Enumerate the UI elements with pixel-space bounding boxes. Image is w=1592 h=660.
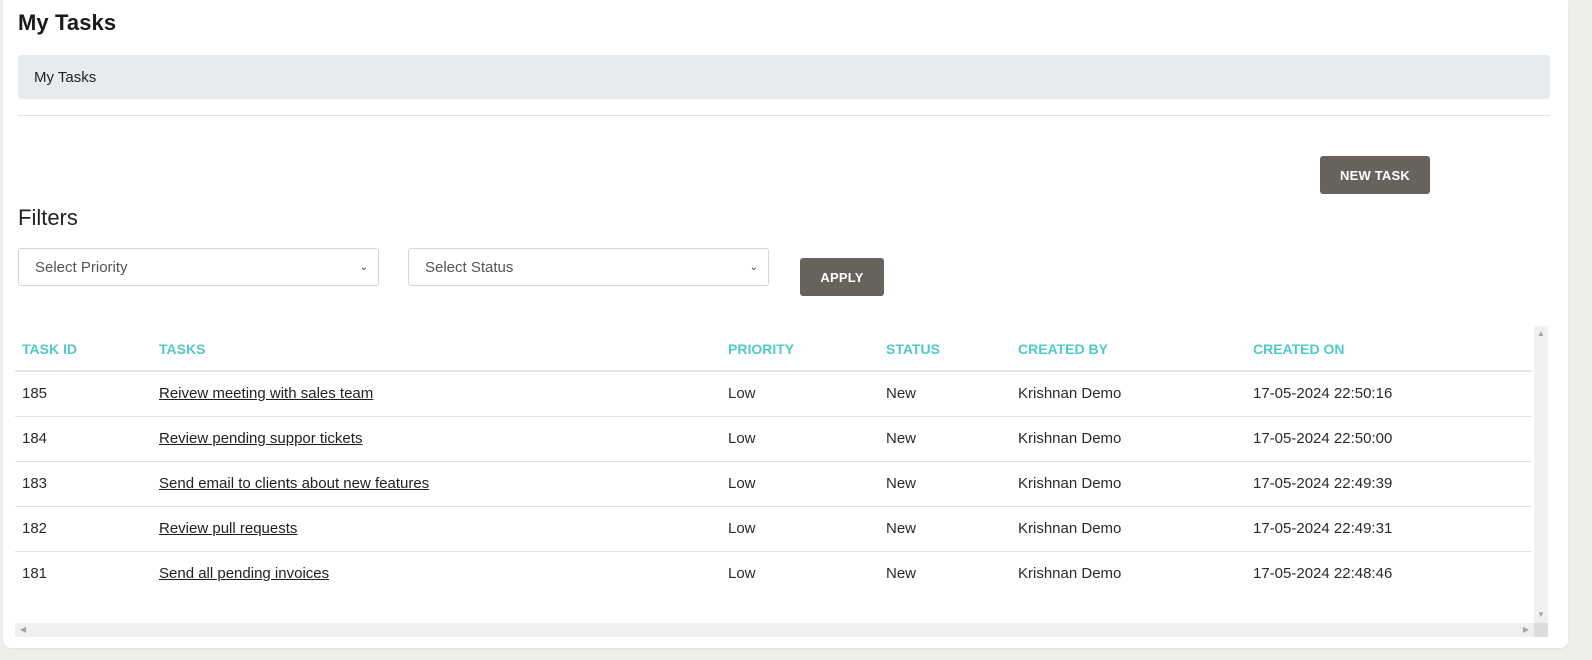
- task-id-cell: 184: [15, 416, 152, 462]
- scroll-down-arrow-icon[interactable]: ▼: [1537, 611, 1545, 619]
- status-cell: New: [879, 371, 1011, 417]
- status-cell: New: [886, 565, 917, 583]
- priority-select-value: Select Priority: [35, 258, 128, 276]
- created-on-cell: 17-05-2024 22:49:31: [1246, 506, 1532, 552]
- breadcrumb-item-my-tasks: My Tasks: [34, 68, 97, 86]
- new-task-button[interactable]: NEW TASK: [1320, 156, 1430, 194]
- table-row: 181 Send all pending invoices Low New Kr…: [15, 551, 1532, 596]
- scroll-left-arrow-icon[interactable]: ◀: [20, 626, 26, 634]
- scroll-up-arrow-icon[interactable]: ▲: [1537, 330, 1545, 338]
- column-header-task-id[interactable]: TASK ID: [15, 326, 152, 372]
- tasks-table: TASK ID TASKS PRIORITY STATUS CREATED BY…: [15, 326, 1532, 596]
- task-id-cell: 183: [15, 461, 152, 507]
- table-row: 183 Send email to clients about new feat…: [15, 461, 1532, 507]
- tasks-table-container: TASK ID TASKS PRIORITY STATUS CREATED BY…: [15, 326, 1549, 638]
- task-cell: Reivew meeting with sales team: [152, 371, 721, 417]
- task-cell: Send all pending invoices: [152, 551, 721, 596]
- breadcrumb: My Tasks: [18, 55, 1550, 99]
- created-by-cell: Krishnan Demo: [1011, 506, 1246, 552]
- task-cell: Send email to clients about new features: [152, 461, 721, 507]
- status-cell: New: [879, 416, 1011, 462]
- status-cell: New: [879, 461, 1011, 507]
- task-link[interactable]: Reivew meeting with sales team: [159, 385, 373, 402]
- horizontal-scrollbar[interactable]: ◀ ▶: [15, 623, 1534, 637]
- column-header-tasks[interactable]: TASKS: [152, 326, 721, 372]
- created-on-cell: 17-05-2024 22:50:00: [1246, 416, 1532, 462]
- chevron-down-icon: ⌄: [359, 261, 368, 273]
- scrollbar-corner: [1534, 623, 1548, 637]
- status-select[interactable]: Select Status ⌄: [408, 248, 769, 286]
- column-header-priority[interactable]: PRIORITY: [721, 326, 879, 372]
- column-header-created-by[interactable]: CREATED BY: [1011, 326, 1246, 372]
- table-header-row: TASK ID TASKS PRIORITY STATUS CREATED BY…: [15, 326, 1532, 372]
- priority-cell: Low: [721, 461, 879, 507]
- column-header-status[interactable]: STATUS: [879, 326, 1011, 372]
- created-by-cell: Krishnan Demo: [1011, 416, 1246, 462]
- priority-cell: Low: [721, 416, 879, 462]
- created-on-cell: 17-05-2024 22:48:46: [1253, 565, 1393, 583]
- priority-cell: Low: [728, 565, 756, 583]
- table-row: 182 Review pull requests Low New Krishna…: [15, 506, 1532, 552]
- task-link[interactable]: Send email to clients about new features: [159, 475, 429, 492]
- divider: [18, 115, 1550, 116]
- table-row: 184 Review pending suppor tickets Low Ne…: [15, 416, 1532, 462]
- task-id-cell: 182: [15, 506, 152, 552]
- task-id-cell: 181: [22, 565, 48, 583]
- task-link[interactable]: Send all pending invoices: [159, 565, 329, 582]
- task-cell: Review pull requests: [152, 506, 721, 552]
- created-by-cell: Krishnan Demo: [1018, 565, 1122, 583]
- vertical-scrollbar[interactable]: ▲ ▼: [1534, 326, 1548, 623]
- created-by-cell: Krishnan Demo: [1011, 461, 1246, 507]
- scroll-right-arrow-icon[interactable]: ▶: [1523, 626, 1529, 634]
- status-cell: New: [879, 506, 1011, 552]
- created-on-cell: 17-05-2024 22:50:16: [1246, 371, 1532, 417]
- task-cell: Review pending suppor tickets: [152, 416, 721, 462]
- filters-heading: Filters: [18, 205, 78, 230]
- priority-cell: Low: [721, 371, 879, 417]
- table-row: 185 Reivew meeting with sales team Low N…: [15, 371, 1532, 417]
- apply-button[interactable]: APPLY: [800, 258, 884, 296]
- column-header-created-on[interactable]: CREATED ON: [1246, 326, 1532, 372]
- page-title: My Tasks: [18, 10, 117, 35]
- task-id-cell: 185: [15, 371, 152, 417]
- task-link[interactable]: Review pending suppor tickets: [159, 430, 362, 447]
- status-select-value: Select Status: [425, 258, 514, 276]
- priority-cell: Low: [721, 506, 879, 552]
- priority-select[interactable]: Select Priority ⌄: [18, 248, 379, 286]
- chevron-down-icon: ⌄: [749, 261, 758, 273]
- created-on-cell: 17-05-2024 22:49:39: [1246, 461, 1532, 507]
- task-link[interactable]: Review pull requests: [159, 520, 297, 537]
- created-by-cell: Krishnan Demo: [1011, 371, 1246, 417]
